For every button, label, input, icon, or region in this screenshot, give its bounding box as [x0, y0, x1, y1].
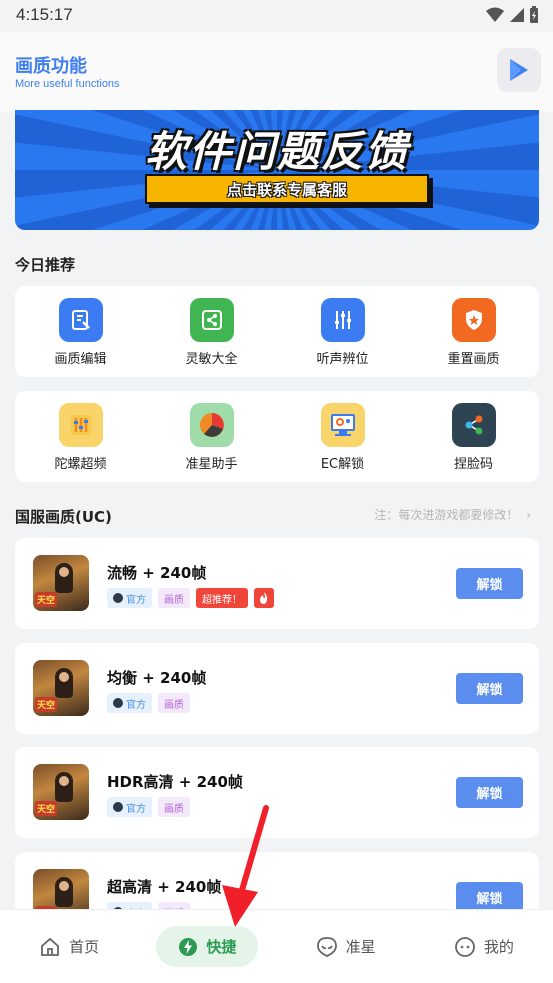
official-icon [113, 802, 123, 812]
signal-icon [510, 8, 524, 22]
tab-mine-label: 我的 [483, 938, 514, 956]
preset-name: 超高清 + 240帧 [107, 878, 222, 896]
feature-label: 灵敏大全 [185, 352, 238, 367]
banner-headline: 软件问题反馈 [144, 127, 409, 176]
preset-tags: 官方 画质 [107, 693, 190, 713]
section-note-text: 注：每次进游戏都要修改！ [374, 508, 519, 522]
play-button[interactable] [497, 48, 541, 92]
bottom-tab-bar: 首页 快捷 准星 我的 [0, 909, 553, 983]
tab-quick-pill: 快捷 [156, 926, 259, 967]
thumb-badge: 天空 [35, 801, 58, 816]
status-icons [485, 6, 539, 24]
unlock-button[interactable]: 解锁 [456, 568, 523, 599]
preset-name: 均衡 + 240帧 [107, 669, 207, 687]
tab-crosshair-label: 准星 [345, 938, 376, 956]
face-icon [454, 936, 475, 957]
feature-label: 捏脸码 [453, 457, 493, 472]
sliders-icon [320, 298, 365, 342]
banner-cta[interactable]: 点击联系专属客服 [145, 174, 429, 204]
tag-official: 官方 [107, 588, 152, 608]
game-thumbnail: 天空 [33, 660, 89, 716]
feature-label: 准星助手 [185, 457, 238, 472]
wifi-icon [486, 7, 504, 22]
alien-icon [316, 936, 337, 957]
feature-reset-quality[interactable]: 重置画质 [408, 286, 539, 377]
page-title: 画质功能 [15, 56, 87, 77]
feature-label: 听声辨位 [316, 352, 369, 367]
lightning-icon [179, 937, 198, 956]
share-nodes-icon [451, 403, 496, 447]
section-title-today: 今日推荐 [15, 256, 76, 274]
monitor-gear-icon [320, 403, 365, 447]
tag-official: 官方 [107, 693, 152, 713]
share-square-icon [189, 298, 234, 342]
official-icon [113, 698, 123, 708]
game-thumbnail: 天空 [33, 555, 89, 611]
feature-label: 陀螺超频 [54, 457, 107, 472]
edit-doc-icon [58, 298, 103, 342]
feature-face-code[interactable]: 捏脸码 [408, 391, 539, 482]
feature-label: EC解锁 [320, 457, 365, 472]
feature-grid-row-2: 陀螺超频 准星助手 EC解锁 捏脸码 [15, 391, 539, 482]
preset-name: 流畅 + 240帧 [107, 564, 207, 582]
tab-home[interactable]: 首页 [0, 910, 138, 983]
page-subtitle: More useful functions [15, 78, 120, 90]
official-icon [113, 593, 123, 603]
tag-hot: 超推荐！ [196, 588, 248, 608]
feature-gyro[interactable]: 陀螺超频 [15, 391, 146, 482]
status-time: 4:15:17 [16, 5, 73, 24]
feature-grid-row-1: 画质编辑 灵敏大全 听声辨位 重置画质 [15, 286, 539, 377]
tab-home-label: 首页 [69, 938, 100, 956]
feature-label: 画质编辑 [54, 352, 107, 367]
app-header: 画质功能 More useful functions [0, 32, 553, 112]
battery-icon [530, 6, 538, 23]
status-bar: 4:15:17 [0, 0, 553, 32]
tab-mine[interactable]: 我的 [415, 910, 553, 983]
feature-quality-edit[interactable]: 画质编辑 [15, 286, 146, 377]
feature-sensitivity[interactable]: 灵敏大全 [146, 286, 277, 377]
preset-card: 天空 HDR高清 + 240帧 官方 画质 解锁 [15, 747, 539, 838]
fire-icon [254, 588, 274, 608]
thumb-badge: 天空 [35, 592, 58, 607]
preset-tags: 官方 画质 [107, 797, 190, 817]
feature-label: 重置画质 [447, 352, 500, 367]
tab-quick-label: 快捷 [206, 938, 237, 956]
preset-card: 天空 均衡 + 240帧 官方 画质 解锁 [15, 643, 539, 734]
unlock-button[interactable]: 解锁 [456, 673, 523, 704]
preset-card: 天空 流畅 + 240帧 官方 画质 超推荐！ 解锁 [15, 538, 539, 629]
feature-ec-unlock[interactable]: EC解锁 [277, 391, 408, 482]
play-store-icon [510, 59, 528, 81]
section-note[interactable]: 注：每次进游戏都要修改！ › [374, 506, 531, 523]
game-thumbnail: 天空 [33, 764, 89, 820]
tag-quality: 画质 [158, 588, 190, 608]
tab-quick[interactable]: 快捷 [138, 910, 276, 983]
gyro-bars-icon [58, 403, 103, 447]
chevron-right-icon: › [526, 508, 531, 522]
banner-cta-label: 点击联系专属客服 [226, 180, 347, 199]
tab-crosshair[interactable]: 准星 [277, 910, 415, 983]
home-icon [41, 937, 60, 956]
tag-quality: 画质 [158, 797, 190, 817]
unlock-button[interactable]: 解锁 [456, 777, 523, 808]
feature-crosshair-helper[interactable]: 准星助手 [146, 391, 277, 482]
feedback-banner[interactable]: 软件问题反馈 点击联系专属客服 [15, 110, 539, 230]
preset-name: HDR高清 + 240帧 [107, 773, 243, 791]
pie-chart-icon [189, 403, 234, 447]
tag-official: 官方 [107, 797, 152, 817]
feature-sound-locate[interactable]: 听声辨位 [277, 286, 408, 377]
tag-quality: 画质 [158, 693, 190, 713]
shield-star-icon [451, 298, 496, 342]
thumb-badge: 天空 [35, 697, 58, 712]
section-title-national: 国服画质(UC) [15, 508, 112, 526]
preset-tags: 官方 画质 超推荐！ [107, 588, 274, 608]
